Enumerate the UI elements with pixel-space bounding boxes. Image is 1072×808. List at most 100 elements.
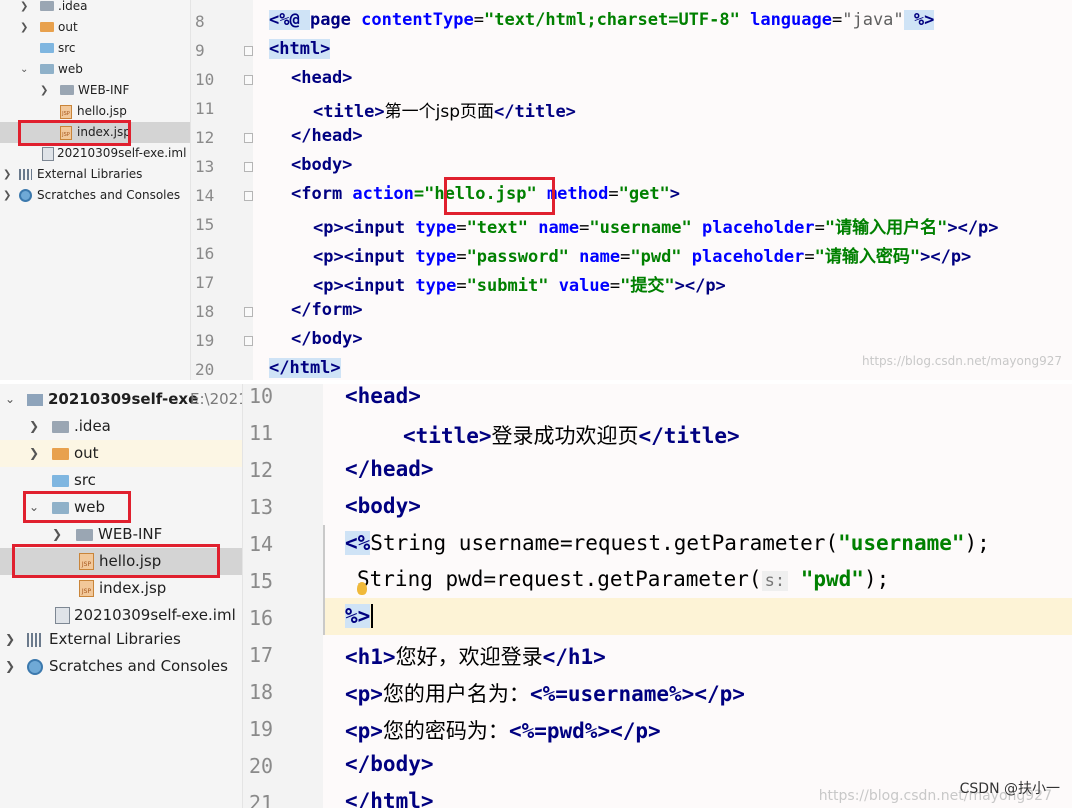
- code-line-10: <head>: [345, 384, 421, 408]
- tree-item-iml[interactable]: 20210309self-exe.iml: [0, 143, 190, 164]
- line-number: 16: [195, 244, 215, 263]
- fold-marker-icon[interactable]: [244, 133, 253, 143]
- iml-file-icon: [55, 607, 70, 624]
- code-line-9: <html>: [269, 39, 331, 59]
- line-number: 12: [195, 128, 215, 147]
- code-line-15: <p><input type="text" name="username" pl…: [313, 218, 999, 238]
- fold-marker-icon[interactable]: [244, 75, 253, 85]
- chevron-right-icon[interactable]: ❯: [20, 17, 28, 38]
- line-number-gutter: 10 11 12 13 14 15 16 17 18 19 20 21: [243, 384, 340, 808]
- code-line-20: </body>: [345, 752, 434, 776]
- code-line-16: <p><input type="password" name="pwd" pla…: [313, 247, 972, 267]
- tree-item-out[interactable]: ❯ out: [0, 440, 242, 467]
- library-icon: [19, 169, 32, 180]
- chevron-right-icon[interactable]: ❯: [29, 440, 39, 467]
- tree-item-src[interactable]: src: [0, 467, 242, 494]
- tree-item-src[interactable]: src: [0, 38, 190, 59]
- code-line-8: <%@ page contentType="text/html;charset=…: [269, 10, 935, 30]
- folder-icon: [52, 421, 69, 433]
- code-editor[interactable]: <%@ page contentType="text/html;charset=…: [253, 0, 1072, 380]
- highlight-box-index-jsp: [18, 120, 131, 146]
- line-number: 15: [249, 569, 274, 593]
- lightbulb-icon[interactable]: [357, 582, 367, 595]
- code-line-21: </html>: [345, 789, 434, 808]
- line-number: 10: [249, 384, 274, 408]
- line-number: 21: [249, 791, 274, 808]
- code-line-18: <p>您的用户名为：<%=username%></p>: [345, 682, 745, 706]
- bottom-screenshot-panel: ⌄ 20210309self-exe E:\2021 ❯ .idea ❯ out…: [0, 384, 1072, 808]
- code-line-19: </body>: [291, 329, 363, 349]
- scratches-icon: [27, 659, 43, 675]
- folder-blue-icon: [40, 43, 54, 53]
- parameter-hint: s:: [761, 571, 789, 591]
- line-number: 8: [195, 12, 205, 31]
- line-number: 18: [195, 302, 215, 321]
- fold-marker-icon[interactable]: [244, 191, 253, 201]
- fold-marker-icon[interactable]: [244, 46, 253, 56]
- tree-item-index-jsp[interactable]: JSP index.jsp: [0, 575, 242, 602]
- chevron-right-icon[interactable]: ❯: [40, 80, 48, 101]
- line-number: 18: [249, 680, 274, 704]
- tree-item-scratches[interactable]: ❯ Scratches and Consoles: [0, 185, 190, 206]
- line-number: 19: [249, 717, 274, 741]
- folder-icon: [60, 85, 74, 95]
- code-line-11: <title>第一个jsp页面</title>: [313, 102, 576, 122]
- tree-item-scratches[interactable]: ❯ Scratches and Consoles: [0, 653, 242, 680]
- top-screenshot-panel: ❯ .idea ❯ out src ⌄ web ❯ WEB-INF JSP he…: [0, 0, 1072, 380]
- code-line-13: <body>: [291, 155, 353, 175]
- code-line-16: %>: [345, 604, 374, 628]
- line-number: 15: [195, 215, 215, 234]
- project-tree: ⌄ 20210309self-exe E:\2021 ❯ .idea ❯ out…: [0, 384, 243, 808]
- code-editor[interactable]: <head> <title>登录成功欢迎页</title> </head> <b…: [323, 384, 1072, 808]
- chevron-down-icon[interactable]: ⌄: [5, 386, 15, 413]
- tree-item-idea[interactable]: ❯ .idea: [0, 413, 242, 440]
- chevron-right-icon[interactable]: ❯: [5, 653, 15, 680]
- highlight-box-hello-jsp: [444, 177, 555, 215]
- line-number: 13: [195, 157, 215, 176]
- folder-icon: [76, 529, 93, 541]
- fold-marker-icon[interactable]: [244, 336, 253, 346]
- line-number: 11: [195, 99, 215, 118]
- current-line-highlight: [323, 598, 1072, 635]
- scratches-icon: [19, 189, 32, 202]
- chevron-right-icon[interactable]: ❯: [29, 413, 39, 440]
- chevron-right-icon[interactable]: ❯: [3, 185, 11, 206]
- tree-item-web-inf[interactable]: ❯ WEB-INF: [0, 80, 190, 101]
- folder-blue-icon: [52, 475, 69, 487]
- tree-item-external-libraries[interactable]: ❯ External Libraries: [0, 626, 242, 653]
- code-line-20: </html>: [269, 358, 341, 378]
- code-line-17: <h1>您好，欢迎登录</h1>: [345, 645, 606, 669]
- chevron-down-icon[interactable]: ⌄: [20, 59, 28, 80]
- library-icon: [27, 633, 43, 647]
- highlight-box-web: [23, 491, 131, 523]
- chevron-right-icon[interactable]: ❯: [20, 0, 28, 17]
- web-folder-icon: [40, 64, 54, 74]
- line-number: 10: [195, 70, 215, 89]
- tree-item-out[interactable]: ❯ out: [0, 17, 190, 38]
- highlight-box-hello-jsp: [12, 544, 220, 578]
- code-line-10: <head>: [291, 68, 353, 88]
- line-number: 13: [249, 495, 274, 519]
- fold-marker-icon[interactable]: [244, 162, 253, 172]
- tree-item-project-root[interactable]: ⌄ 20210309self-exe E:\2021: [0, 386, 242, 413]
- line-number: 14: [249, 532, 274, 556]
- watermark: https://blog.csdn.net/mayong927: [862, 354, 1062, 368]
- line-number: 20: [195, 360, 215, 379]
- chevron-right-icon[interactable]: ❯: [5, 626, 15, 653]
- line-number: 17: [249, 643, 274, 667]
- iml-file-icon: [42, 147, 54, 161]
- line-number: 17: [195, 273, 215, 292]
- tree-item-hello-jsp[interactable]: JSP hello.jsp: [0, 101, 190, 122]
- project-folder-icon: [27, 394, 43, 406]
- jsp-file-icon: JSP: [60, 105, 72, 119]
- tree-item-idea[interactable]: ❯ .idea: [0, 0, 190, 17]
- tree-item-iml[interactable]: 20210309self-exe.iml: [0, 602, 242, 629]
- tree-item-web[interactable]: ⌄ web: [0, 59, 190, 80]
- line-number: 20: [249, 754, 274, 778]
- jsp-file-icon: JSP: [79, 580, 94, 597]
- line-number: 11: [249, 421, 274, 445]
- code-line-19: <p>您的密码为：<%=pwd%></p>: [345, 719, 661, 743]
- fold-marker-icon[interactable]: [244, 307, 253, 317]
- chevron-right-icon[interactable]: ❯: [3, 164, 11, 185]
- tree-item-external-libraries[interactable]: ❯ External Libraries: [0, 164, 190, 185]
